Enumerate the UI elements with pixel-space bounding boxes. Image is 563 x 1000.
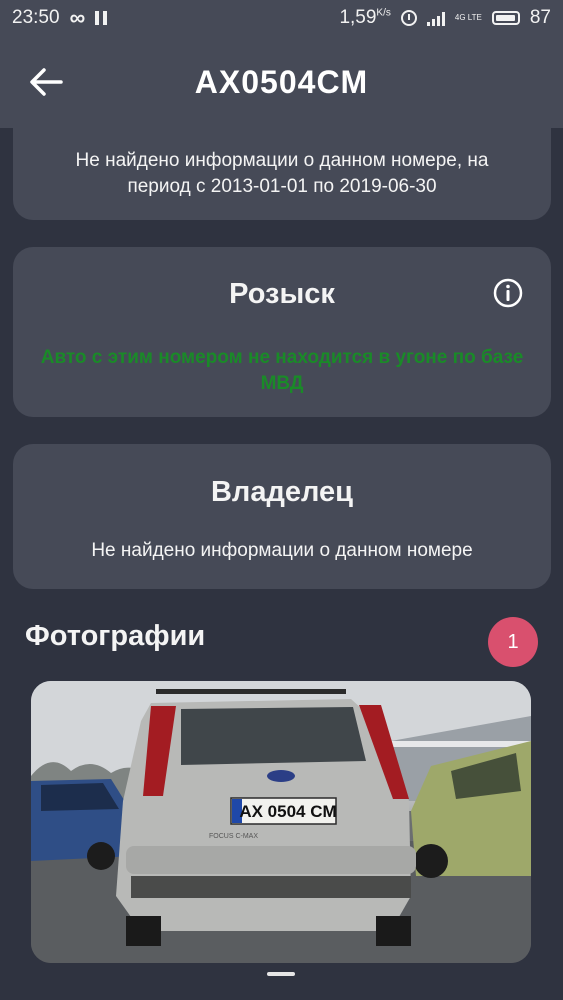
arrow-left-icon: [30, 68, 63, 96]
license-plate: AX 0504 CM: [239, 802, 336, 821]
pause-icon: [95, 11, 108, 25]
info-icon[interactable]: [493, 278, 523, 308]
period-info-text: Не найдено информации о данном номере, н…: [75, 150, 489, 197]
wanted-title: Розыск: [229, 278, 335, 310]
alarm-icon: [400, 10, 417, 26]
page-title: AX0504CM: [194, 63, 369, 100]
wanted-status-text: Авто с этим номером не находится в угоне…: [40, 347, 524, 394]
battery-icon: [491, 11, 520, 25]
owner-text: Не найдено информации о данном номере: [91, 540, 473, 561]
infinity-icon: ∞: [69, 5, 86, 30]
owner-title: Владелец: [210, 476, 354, 508]
home-indicator[interactable]: [267, 972, 295, 976]
photo-count-badge: 1: [488, 617, 538, 667]
network-type-icon: 4G LTE: [454, 13, 482, 22]
back-button[interactable]: [22, 58, 70, 106]
wanted-card: Розыск Авто с этим номером не находится …: [13, 247, 551, 417]
network-speed: 1,59K/s: [339, 7, 391, 28]
status-bar: 23:50 ∞ 1,59K/s 4G LTE 87: [0, 0, 563, 36]
battery-level: 87: [529, 7, 551, 28]
bottom-strip: [0, 963, 563, 1000]
car-badge: FOCUS C-MAX: [209, 833, 258, 840]
photos-heading: Фотографии: [25, 620, 206, 652]
clock: 23:50: [12, 7, 60, 28]
signal-icon: [426, 10, 445, 26]
owner-card: Владелец Не найдено информации о данном …: [13, 444, 551, 589]
car-photo[interactable]: AX 0504 CM FOCUS C-MAX: [31, 681, 531, 963]
app-bar: AX0504CM: [0, 36, 563, 128]
